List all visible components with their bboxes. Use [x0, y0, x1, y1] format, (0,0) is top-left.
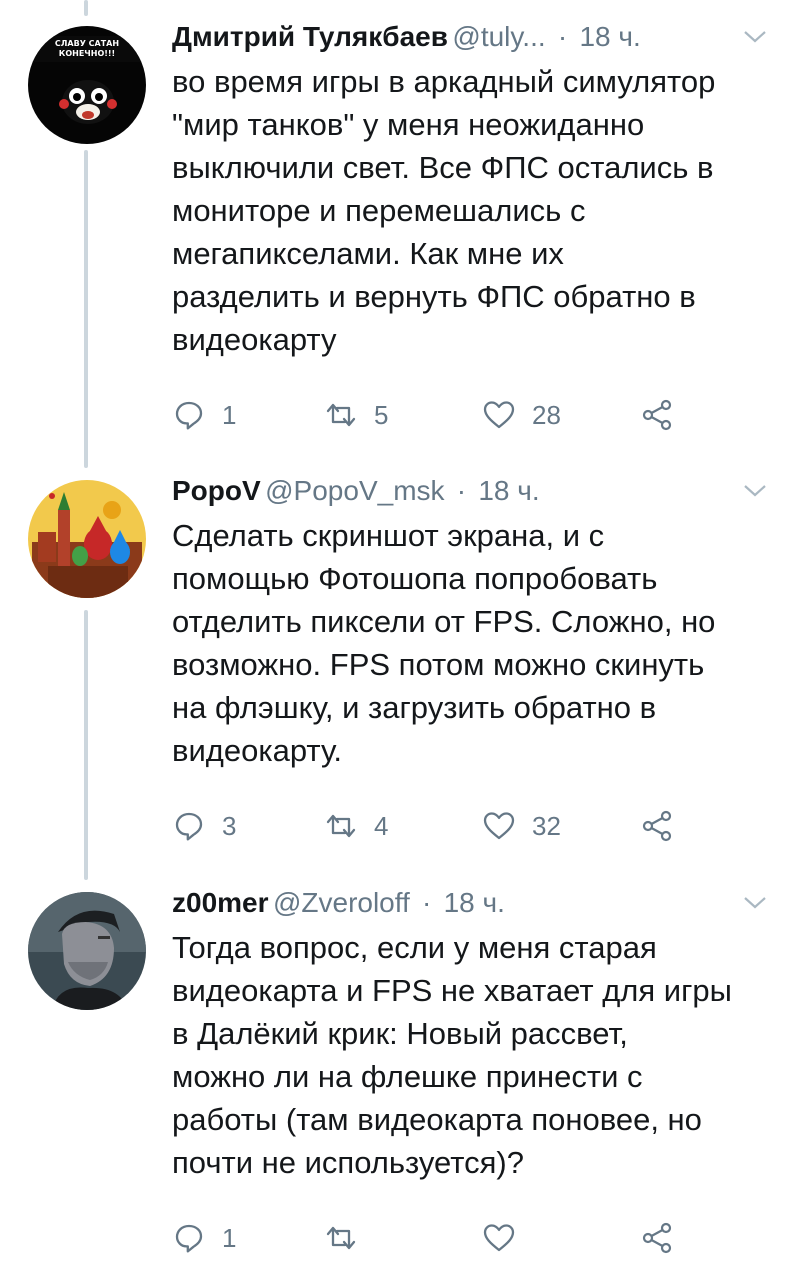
action-bar: 3 4 32: [172, 802, 770, 850]
tweet-text: Сделать скриншот экрана, и с помощью Фот…: [172, 514, 770, 772]
retweet-count: 5: [374, 399, 389, 430]
reply-button[interactable]: 1: [172, 391, 236, 439]
avatar-caption-1: СЛАВУ САТАН: [55, 39, 119, 48]
text-line: видеокарту.: [172, 733, 342, 768]
separator-dot: ·: [414, 887, 440, 918]
reply-count: 1: [222, 399, 237, 430]
text-line: мониторе и перемешались с: [172, 193, 586, 228]
avatar[interactable]: [28, 892, 146, 1010]
chevron-down-icon[interactable]: [740, 880, 770, 926]
retweet-button[interactable]: 5: [324, 391, 388, 439]
text-line: помощью Фотошопа попробовать: [172, 561, 658, 596]
avatar[interactable]: СЛАВУ САТАН КОНЕЧНО!!!: [28, 26, 146, 144]
text-line: Тогда вопрос, если у меня старая: [172, 930, 657, 965]
separator-dot: ·: [448, 475, 474, 506]
display-name[interactable]: z00mer: [172, 887, 269, 918]
text-line: разделить и вернуть ФПС обратно в: [172, 279, 696, 314]
like-count: 32: [532, 810, 561, 841]
action-bar: 1: [172, 1214, 770, 1262]
retweet-button[interactable]: 4: [324, 802, 388, 850]
like-button[interactable]: 32: [482, 802, 561, 850]
text-line: почти не используется)?: [172, 1145, 524, 1180]
reply-icon: [175, 1224, 203, 1253]
like-count: 28: [532, 399, 561, 430]
username[interactable]: @PopoV_msk: [265, 475, 444, 506]
chevron-down-icon[interactable]: [740, 468, 770, 514]
avatar[interactable]: [28, 480, 146, 598]
share-button[interactable]: [640, 802, 674, 850]
tweet-text: Тогда вопрос, если у меня старая видеока…: [172, 926, 770, 1184]
retweet-icon: [326, 1226, 356, 1250]
display-name[interactable]: Дмитрий Тулякбаев: [172, 21, 448, 52]
like-button[interactable]: [482, 1214, 532, 1262]
retweet-icon: [326, 814, 356, 838]
tweet-header: z00mer @Zveroloff · 18 ч.: [172, 880, 770, 926]
share-button[interactable]: [640, 391, 674, 439]
text-line: возможно. FPS потом можно скинуть: [172, 647, 705, 682]
timestamp[interactable]: 18 ч.: [478, 475, 539, 506]
display-name[interactable]: PopoV: [172, 475, 261, 506]
separator-dot: ·: [550, 21, 575, 52]
reply-button[interactable]: 3: [172, 802, 236, 850]
heart-icon: [483, 812, 515, 840]
text-line: на флэшку, и загрузить обратно в: [172, 690, 657, 725]
text-line: во время игры в аркадный симулятор: [172, 64, 716, 99]
tweet-header: PopoV @PopoV_msk · 18 ч.: [172, 468, 770, 514]
share-icon: [642, 1222, 672, 1254]
text-line: Сделать скриншот экрана, и с: [172, 518, 605, 553]
username[interactable]: @Zveroloff: [273, 887, 410, 918]
timestamp[interactable]: 18 ч.: [444, 887, 505, 918]
chevron-down-icon[interactable]: [740, 14, 770, 60]
text-line: видеокарта и FPS не хватает для игры: [172, 973, 732, 1008]
like-button[interactable]: 28: [482, 391, 561, 439]
text-line: можно ли на флешке принести с: [172, 1059, 643, 1094]
heart-icon: [483, 401, 515, 429]
share-icon: [642, 810, 672, 842]
text-line: мегапикселами. Как мне их: [172, 236, 564, 271]
tweet-text: во время игры в аркадный симулятор "мир …: [172, 60, 770, 361]
retweet-button[interactable]: [324, 1214, 374, 1262]
avatar-caption-2: КОНЕЧНО!!!: [59, 49, 115, 58]
thread-line-2: [84, 610, 88, 880]
retweet-icon: [326, 403, 356, 427]
retweet-count: 4: [374, 810, 389, 841]
text-line: в Далёкий крик: Новый рассвет,: [172, 1016, 628, 1051]
reply-count: 3: [222, 810, 237, 841]
reply-button[interactable]: 1: [172, 1214, 236, 1262]
reply-icon: [175, 812, 203, 841]
share-button[interactable]: [640, 1214, 674, 1262]
action-bar: 1 5 28: [172, 391, 770, 439]
timestamp[interactable]: 18 ч.: [579, 21, 640, 52]
text-line: выключили свет. Все ФПС остались в: [172, 150, 714, 185]
text-line: "мир танков" у меня неожиданно: [172, 107, 645, 142]
text-line: видеокарту: [172, 322, 337, 357]
text-line: работы (там видеокарта поновее, но: [172, 1102, 702, 1137]
reply-icon: [175, 401, 203, 430]
username[interactable]: @tuly...: [452, 21, 545, 52]
thread-line-1: [84, 150, 88, 468]
thread-line-top: [84, 0, 88, 16]
tweet-header: Дмитрий Тулякбаев @tuly... · 18 ч.: [172, 14, 770, 60]
reply-count: 1: [222, 1222, 237, 1253]
share-icon: [642, 399, 672, 431]
text-line: отделить пиксели от FPS. Сложно, но: [172, 604, 716, 639]
heart-icon: [483, 1224, 515, 1252]
